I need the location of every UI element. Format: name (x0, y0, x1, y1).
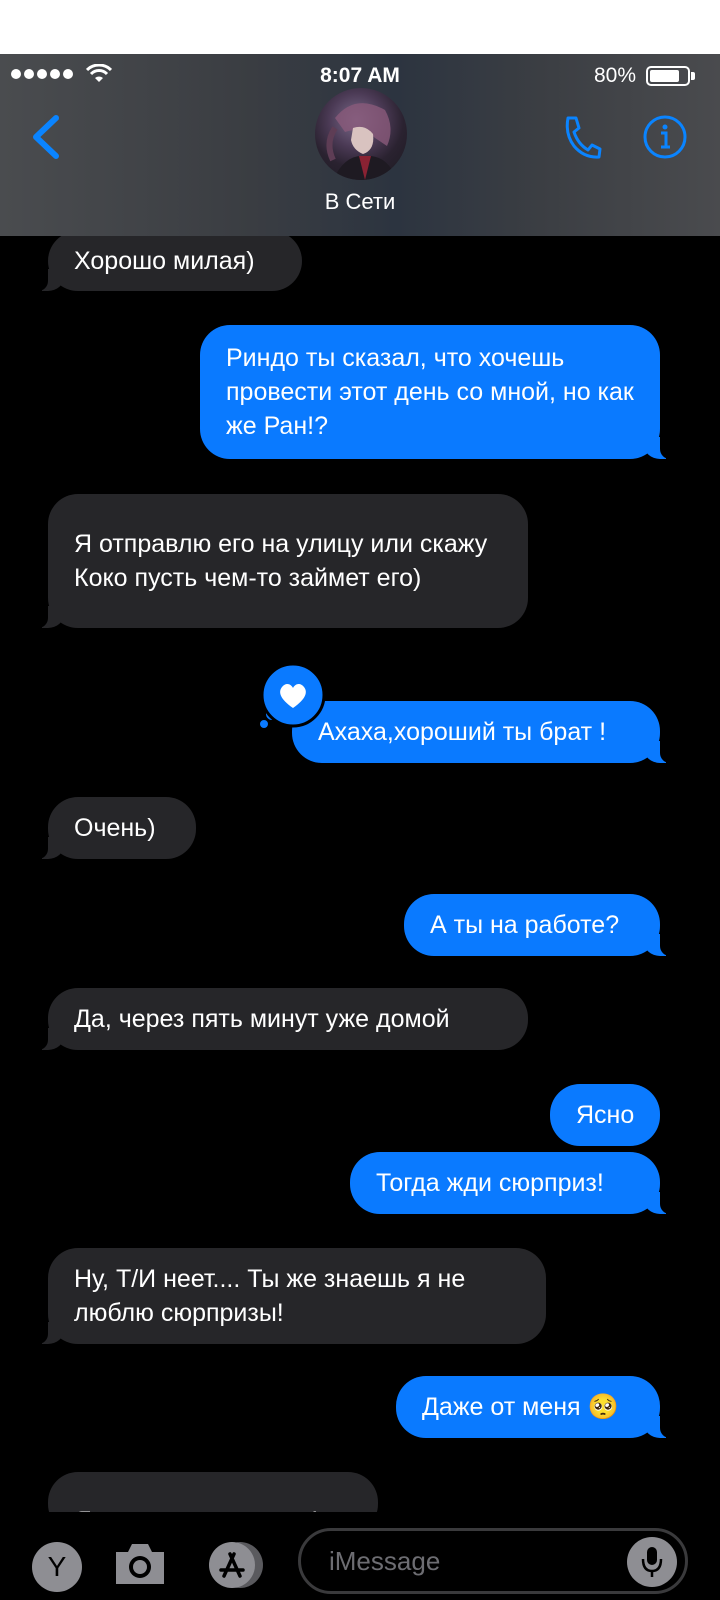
phone-call-icon[interactable] (562, 114, 602, 160)
message-bubble-outgoing[interactable]: Ясно (550, 1084, 660, 1146)
message-text: Риндо ты сказал, что хочешь провести это… (226, 344, 634, 440)
message-bubble-outgoing[interactable]: Даже от меня 🥺 (396, 1376, 674, 1438)
app-store-icon[interactable] (204, 1540, 266, 1590)
message-bubble-outgoing[interactable]: Тогда жди сюрприз! (350, 1152, 674, 1214)
back-chevron-icon[interactable] (26, 112, 66, 162)
message-bubble-incoming[interactable]: Очень) (34, 797, 196, 859)
message-bubble-incoming[interactable]: Ну, Т/И неет.... Ты же знаешь я не люблю… (34, 1248, 546, 1344)
top-white-strip (0, 0, 720, 54)
camera-icon[interactable] (112, 1540, 168, 1588)
message-text: Хорошо милая) (74, 247, 255, 275)
message-text: Я отправлю его на улицу или скажу Коко п… (74, 530, 488, 592)
contact-avatar[interactable] (315, 88, 407, 180)
message-text: Ну, Т/И неет.... Ты же знаешь я не люблю… (74, 1265, 466, 1327)
message-text: А ты на работе? (430, 911, 620, 939)
message-text: Даже от меня 🥺 (422, 1393, 619, 1421)
message-bubble-outgoing[interactable]: А ты на работе? (404, 894, 674, 956)
imessage-placeholder: iMessage (329, 1546, 441, 1576)
contact-presence-status: В Сети (324, 189, 396, 214)
imessage-input[interactable]: iMessage (298, 1528, 688, 1594)
message-text: Тогда жди сюрприз! (376, 1169, 604, 1197)
info-icon[interactable] (642, 114, 688, 160)
microphone-icon[interactable] (627, 1537, 677, 1587)
message-bubble-incoming[interactable]: Я отправлю его на улицу или скажу Коко п… (34, 494, 528, 628)
message-text: Ахаха,хороший ты брат ! (318, 718, 607, 746)
conversation-header: 8:07 AM 80% В Сети (0, 54, 720, 236)
message-text: Ясно (576, 1101, 635, 1129)
message-bubble-incoming[interactable]: Да, через пять минут уже домой (34, 988, 528, 1050)
battery-icon (646, 66, 690, 86)
message-bubble-incoming[interactable]: Хорошо милая) (34, 231, 302, 291)
message-text: Да, через пять минут уже домой (74, 1005, 450, 1033)
heart-tapback-icon[interactable] (258, 662, 328, 732)
avatar-image (326, 103, 397, 180)
message-text: Очень) (74, 814, 156, 842)
battery-percent: 80% (593, 64, 636, 87)
input-bar: Y iMessage (0, 1512, 720, 1600)
message-bubble-outgoing[interactable]: Ахаха,хороший ты брат ! (292, 701, 674, 763)
y-app-button[interactable]: Y (32, 1542, 82, 1592)
message-bubble-outgoing[interactable]: Риндо ты сказал, что хочешь провести это… (200, 325, 674, 459)
